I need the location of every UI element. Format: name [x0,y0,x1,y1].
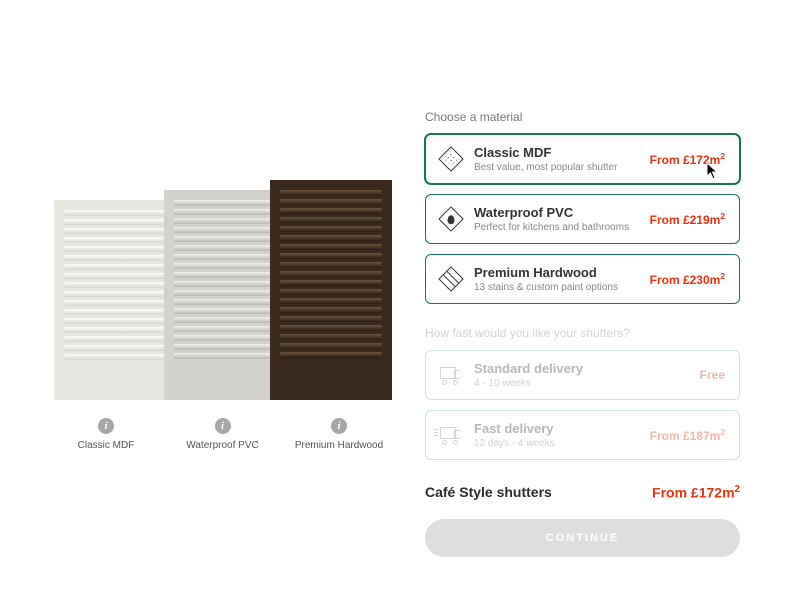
option-subtitle: 12 days - 4 weeks [474,438,638,449]
option-subtitle: Perfect for kitchens and bathrooms [474,222,638,233]
option-subtitle: 13 stains & custom paint options [474,282,638,293]
preview-label-classic-mdf[interactable]: i Classic MDF [56,418,156,451]
summary-price: From £172m2 [652,484,740,501]
info-icon[interactable]: i [215,418,231,434]
option-subtitle: Best value, most popular shutter [474,162,638,173]
option-price: From £187m2 [650,427,725,443]
section-title-delivery: How fast would you like your shutters? [425,326,740,340]
truck-icon [440,364,462,386]
preview-label-premium-hardwood[interactable]: i Premium Hardwood [289,418,389,451]
continue-button[interactable]: CONTINUE [425,519,740,557]
material-option-premium-hardwood[interactable]: Premium Hardwood 13 stains & custom pain… [425,254,740,304]
preview-label-waterproof-pvc[interactable]: i Waterproof PVC [173,418,273,451]
shutter-images [50,110,395,400]
shutter-image-premium-hardwood [270,180,392,400]
pattern-icon [440,148,462,170]
option-price: From £219m2 [650,211,725,227]
info-icon[interactable]: i [98,418,114,434]
option-title: Waterproof PVC [474,205,638,220]
option-title: Premium Hardwood [474,265,638,280]
price-summary: Café Style shutters From £172m2 [425,484,740,501]
wood-icon [440,268,462,290]
fast-truck-icon [440,424,462,446]
summary-title: Café Style shutters [425,484,552,500]
info-icon[interactable]: i [331,418,347,434]
option-price: From £230m2 [650,271,725,287]
waterproof-icon [440,208,462,230]
option-title: Classic MDF [474,145,638,160]
preview-label-text: Premium Hardwood [295,440,383,451]
preview-label-text: Classic MDF [78,440,135,451]
option-price: Free [700,368,725,382]
product-preview: i Classic MDF i Waterproof PVC i Premium… [50,110,395,557]
option-subtitle: 4 - 10 weeks [474,378,688,389]
section-title-material: Choose a material [425,110,740,124]
option-price: From £172m2 [650,151,725,167]
delivery-option-standard[interactable]: Standard delivery 4 - 10 weeks Free [425,350,740,400]
preview-label-text: Waterproof PVC [186,440,258,451]
option-title: Standard delivery [474,361,688,376]
material-option-waterproof-pvc[interactable]: Waterproof PVC Perfect for kitchens and … [425,194,740,244]
delivery-option-fast[interactable]: Fast delivery 12 days - 4 weeks From £18… [425,410,740,460]
option-title: Fast delivery [474,421,638,436]
material-option-classic-mdf[interactable]: Classic MDF Best value, most popular shu… [425,134,740,184]
configurator-panel: Choose a material Classic MDF Best value… [425,110,740,557]
